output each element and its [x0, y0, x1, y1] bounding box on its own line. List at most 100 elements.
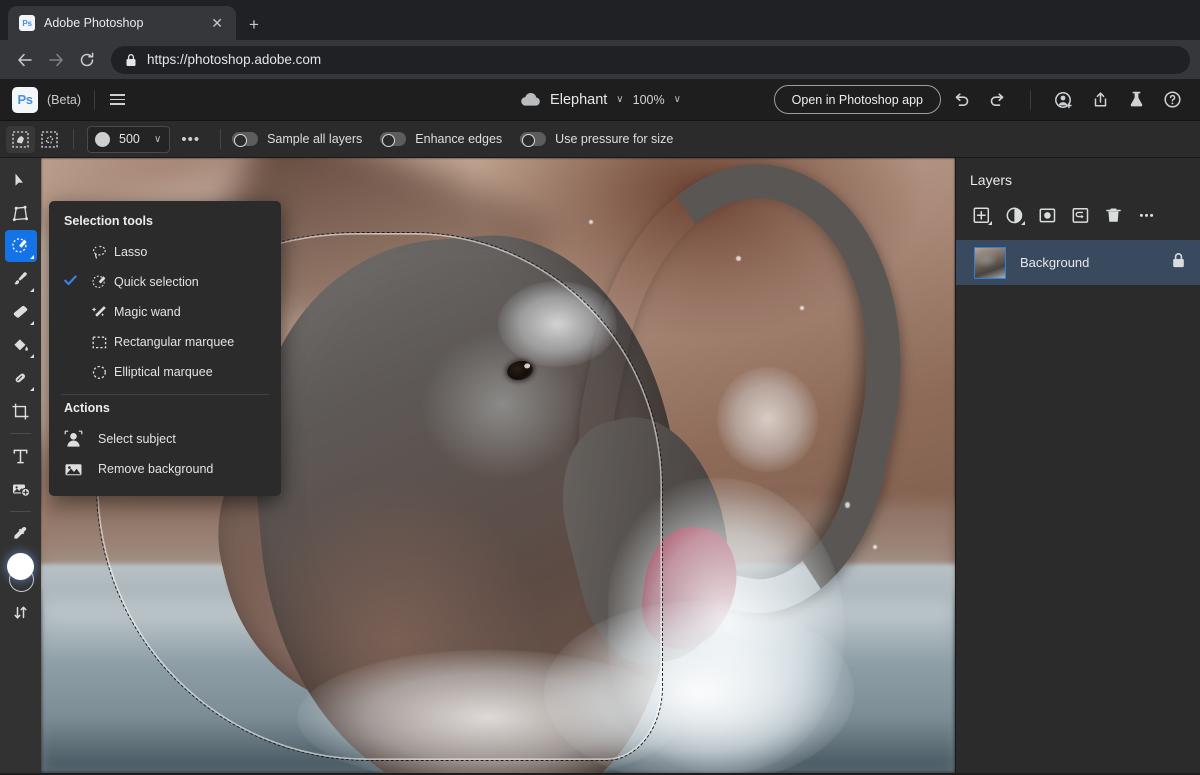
healing-brush-tool[interactable] — [5, 362, 37, 394]
remove-background-icon — [64, 460, 98, 479]
use-pressure-for-size-toggle[interactable] — [520, 132, 547, 147]
menu-item-label: Select subject — [98, 432, 176, 446]
paint-bucket-tool[interactable] — [5, 329, 37, 361]
canvas-area[interactable]: Selection tools Lasso Quick selection Ma… — [41, 158, 955, 773]
back-arrow-icon[interactable] — [10, 45, 40, 75]
select-subject-icon — [64, 430, 98, 449]
undo-icon[interactable] — [945, 85, 977, 115]
tab-title: Adobe Photoshop — [44, 16, 144, 30]
use-pressure-for-size-label: Use pressure for size — [555, 132, 674, 146]
transform-tool[interactable] — [5, 197, 37, 229]
layer-mask-button[interactable] — [1032, 202, 1062, 228]
layer-row-background[interactable]: Background — [956, 240, 1200, 285]
add-collaborator-icon[interactable] — [1048, 85, 1080, 115]
brush-tool[interactable] — [5, 263, 37, 295]
eraser-tool[interactable] — [5, 296, 37, 328]
color-swatches[interactable] — [5, 551, 37, 595]
more-dots-icon[interactable] — [1131, 202, 1161, 228]
menu-item-label: Magic wand — [114, 305, 181, 319]
add-to-selection-icon[interactable] — [6, 125, 35, 153]
menu-item-select-subject[interactable]: Select subject — [49, 424, 281, 454]
menu-item-lasso[interactable]: Lasso — [49, 237, 281, 267]
options-divider-2 — [220, 129, 222, 149]
rectangular-marquee-icon — [84, 334, 114, 351]
adjustment-layer-button[interactable] — [999, 202, 1029, 228]
address-bar[interactable]: https://photoshop.adobe.com — [111, 45, 1190, 74]
menu-item-rectangular-marquee[interactable]: Rectangular marquee — [49, 327, 281, 357]
type-tool[interactable] — [5, 440, 37, 472]
beta-label: (Beta) — [47, 92, 82, 107]
delete-layer-button[interactable] — [1098, 202, 1128, 228]
forward-arrow-icon[interactable] — [41, 45, 71, 75]
menu-item-quick-selection[interactable]: Quick selection — [49, 267, 281, 297]
document-info: Elephant ∨ 100% ∨ — [450, 92, 750, 108]
tool-flyout-indicator — [29, 321, 34, 325]
water-droplet — [589, 219, 594, 224]
menu-item-elliptical-marquee[interactable]: Elliptical marquee — [49, 357, 281, 387]
reload-icon[interactable] — [72, 45, 102, 75]
app-body: Selection tools Lasso Quick selection Ma… — [0, 158, 1200, 773]
menu-item-magic-wand[interactable]: Magic wand — [49, 297, 281, 327]
header-actions: Open in Photoshop app — [773, 85, 1188, 115]
tool-flyout-indicator — [29, 255, 34, 259]
tools-sidebar — [0, 158, 41, 773]
crop-tool[interactable] — [5, 395, 37, 427]
toolbar-divider-2 — [10, 511, 31, 512]
beaker-icon[interactable] — [1120, 85, 1152, 115]
foreground-color-swatch[interactable] — [6, 553, 34, 580]
swap-arrows-icon[interactable] — [5, 596, 37, 628]
sample-all-layers-toggle[interactable] — [232, 132, 259, 147]
browser-url-bar: https://photoshop.adobe.com — [0, 40, 1200, 79]
layer-thumbnail — [974, 246, 1006, 279]
browser-tab-bar: Ps Adobe Photoshop ✕ + — [0, 0, 1200, 40]
help-icon[interactable] — [1156, 85, 1188, 115]
zoom-level[interactable]: 100% — [633, 93, 665, 107]
lasso-icon — [84, 244, 114, 261]
redo-icon[interactable] — [981, 85, 1013, 115]
clipping-mask-button[interactable] — [1065, 202, 1095, 228]
menu-item-label: Lasso — [114, 245, 148, 259]
layers-panel: Layers Background — [955, 158, 1200, 773]
document-name[interactable]: Elephant — [550, 92, 607, 108]
context-menu-section-actions: Actions — [64, 401, 110, 415]
lock-icon — [126, 53, 136, 66]
quick-selection-tool[interactable] — [4, 230, 37, 262]
chevron-down-icon-zoom[interactable]: ∨ — [674, 94, 681, 105]
more-options-icon[interactable]: ••• — [170, 131, 211, 148]
move-tool[interactable] — [5, 164, 37, 196]
elliptical-marquee-icon — [84, 364, 114, 381]
enhance-edges-toggle[interactable] — [380, 132, 407, 147]
flyout-indicator — [988, 221, 992, 225]
header-divider — [94, 89, 96, 110]
context-menu-section-selection-tools: Selection tools — [64, 214, 153, 228]
layers-toolbar — [956, 188, 1200, 240]
layers-panel-title: Layers — [970, 172, 1013, 188]
eyedropper-tool[interactable] — [5, 518, 37, 550]
hamburger-menu-icon[interactable] — [108, 90, 127, 109]
place-image-tool[interactable] — [5, 473, 37, 505]
menu-item-label: Quick selection — [114, 275, 199, 289]
quick-selection-icon — [84, 274, 114, 291]
photoshop-header: Ps (Beta) Elephant ∨ 100% ∨ Open in Phot… — [0, 79, 1200, 121]
subtract-from-selection-icon[interactable] — [35, 126, 64, 153]
lock-icon[interactable] — [1171, 252, 1186, 274]
chevron-down-icon-brush[interactable]: ∨ — [154, 134, 161, 145]
browser-tab[interactable]: Ps Adobe Photoshop ✕ — [8, 6, 236, 40]
options-divider-1 — [73, 129, 74, 149]
new-tab-button[interactable]: + — [236, 16, 272, 40]
header-divider-right — [1030, 89, 1031, 110]
tool-flyout-indicator — [29, 288, 34, 292]
brush-size-control[interactable]: 500 ∨ — [87, 125, 171, 153]
menu-item-remove-background[interactable]: Remove background — [49, 454, 281, 484]
chevron-down-icon-document[interactable]: ∨ — [616, 94, 623, 105]
enhance-edges-label: Enhance edges — [415, 132, 503, 146]
close-icon[interactable]: ✕ — [208, 14, 226, 32]
tool-flyout-indicator — [29, 387, 34, 391]
menu-item-label: Remove background — [98, 462, 214, 476]
brush-preview-icon — [95, 131, 110, 147]
toolbar-divider-1 — [10, 433, 31, 434]
open-in-photoshop-app-button[interactable]: Open in Photoshop app — [773, 85, 941, 114]
checkmark-icon — [64, 275, 84, 289]
add-layer-button[interactable] — [966, 202, 996, 228]
share-icon[interactable] — [1084, 85, 1116, 115]
